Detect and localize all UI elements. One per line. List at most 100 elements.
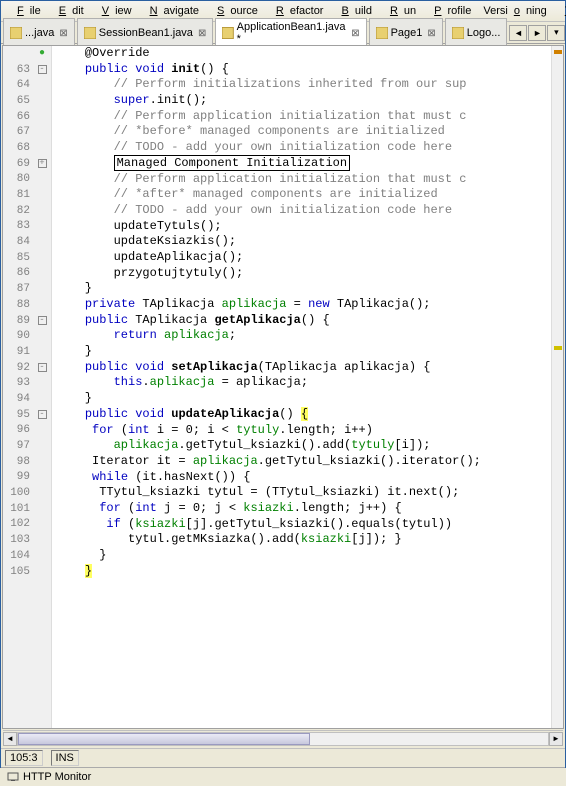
line-number: 82 (3, 205, 33, 217)
code-editor[interactable]: ●63-646566676869+80818283848586878889-90… (2, 45, 564, 729)
code-line[interactable]: private TAplikacja aplikacja = new TApli… (56, 297, 551, 313)
code-line[interactable]: updateTytuls(); (56, 219, 551, 235)
code-line[interactable]: this.aplikacja = aplikacja; (56, 375, 551, 391)
warn-mark[interactable] (554, 346, 562, 350)
code-line[interactable]: } (56, 391, 551, 407)
code-line[interactable]: @Override (56, 46, 551, 62)
line-number: 87 (3, 283, 33, 295)
code-line[interactable]: for (int i = 0; i < tytuly.length; i++) (56, 423, 551, 439)
close-icon[interactable]: ⊠ (198, 28, 206, 39)
insert-mode: INS (51, 750, 79, 766)
code-line[interactable]: updateAplikacja(); (56, 250, 551, 266)
warn-mark[interactable] (554, 50, 562, 54)
code-line[interactable]: while (it.hasNext()) { (56, 470, 551, 486)
menu-run[interactable]: Run (378, 3, 422, 19)
line-number: 65 (3, 95, 33, 107)
line-number: 100 (3, 487, 33, 499)
menu-view[interactable]: View (90, 3, 138, 19)
line-number: 94 (3, 393, 33, 405)
tab-label: ApplicationBean1.java * (237, 21, 347, 45)
editor-tab[interactable]: SessionBean1.java ⊠ (77, 18, 214, 47)
editor-tab[interactable]: ...java⊠ (3, 18, 75, 47)
code-line[interactable]: return aplikacja; (56, 328, 551, 344)
tab-label: Page1 (391, 27, 423, 39)
java-file-icon (222, 27, 233, 39)
code-line[interactable]: // Perform application initialization th… (56, 172, 551, 188)
code-line[interactable]: updateKsiazkis(); (56, 234, 551, 250)
java-file-icon (452, 27, 464, 39)
line-number: 103 (3, 534, 33, 546)
menu-file[interactable]: File (5, 3, 47, 19)
line-number: 64 (3, 79, 33, 91)
scroll-track[interactable] (17, 732, 549, 746)
scroll-left-button[interactable]: ◄ (3, 732, 17, 746)
tab-label: SessionBean1.java (99, 27, 193, 39)
code-line[interactable]: if (ksiazki[j].getTytul_ksiazki().equals… (56, 517, 551, 533)
scroll-right-button[interactable]: ► (549, 732, 563, 746)
code-line[interactable]: // TODO - add your own initialization co… (56, 203, 551, 219)
line-number: 85 (3, 252, 33, 264)
menu-refactor[interactable]: Refactor (264, 3, 330, 19)
fold-collapse-icon[interactable]: - (38, 65, 47, 74)
line-number: 83 (3, 220, 33, 232)
scroll-thumb[interactable] (18, 733, 310, 745)
code-line[interactable]: } (56, 564, 551, 580)
menu-tools[interactable]: Tools (553, 3, 566, 19)
code-line[interactable]: Managed Component Initialization (56, 156, 551, 172)
http-monitor-panel[interactable]: HTTP Monitor (1, 767, 565, 786)
code-line[interactable]: TTytul_ksiazki tytul = (TTytul_ksiazki) … (56, 485, 551, 501)
tab-scroll-right[interactable]: ► (528, 25, 546, 41)
code-line[interactable]: } (56, 281, 551, 297)
code-line[interactable]: for (int j = 0; j < ksiazki.length; j++)… (56, 501, 551, 517)
close-icon[interactable]: ⊠ (427, 28, 435, 39)
java-file-icon (84, 27, 96, 39)
status-bar: 105:3 INS (1, 748, 565, 767)
code-line[interactable]: Iterator it = aplikacja.getTytul_ksiazki… (56, 454, 551, 470)
code-line[interactable]: // *after* managed components are initia… (56, 187, 551, 203)
fold-collapse-icon[interactable]: - (38, 316, 47, 325)
editor-tab[interactable]: ApplicationBean1.java * ⊠ (215, 18, 366, 47)
menu-profile[interactable]: Profile (422, 3, 477, 19)
line-number: 96 (3, 424, 33, 436)
horizontal-scrollbar[interactable]: ◄ ► (3, 730, 563, 746)
fold-collapse-icon[interactable]: - (38, 363, 47, 372)
code-line[interactable]: // TODO - add your own initialization co… (56, 140, 551, 156)
code-line[interactable]: // *before* managed components are initi… (56, 124, 551, 140)
line-number: 69 (3, 158, 33, 170)
editor-tab[interactable]: Page1 ⊠ (369, 18, 443, 47)
line-number: 81 (3, 189, 33, 201)
code-line[interactable]: public void init() { (56, 62, 551, 78)
code-line[interactable]: // Perform initializations inherited fro… (56, 77, 551, 93)
line-number: 67 (3, 126, 33, 138)
code-line[interactable]: aplikacja.getTytul_ksiazki().add(tytuly[… (56, 438, 551, 454)
fold-collapse-icon[interactable]: - (38, 410, 47, 419)
menu-edit[interactable]: Edit (47, 3, 90, 19)
code-line[interactable]: public TAplikacja getAplikacja() { (56, 313, 551, 329)
line-number: 93 (3, 377, 33, 389)
line-number: 91 (3, 346, 33, 358)
code-line[interactable]: // Perform application initialization th… (56, 109, 551, 125)
close-icon[interactable]: ⊠ (351, 28, 359, 39)
menu-navigate[interactable]: Navigate (138, 3, 205, 19)
code-line[interactable]: } (56, 548, 551, 564)
tab-dropdown[interactable]: ▾ (547, 25, 565, 41)
code-line[interactable]: public void updateAplikacja() { (56, 407, 551, 423)
menu-versioning[interactable]: Versioning (477, 3, 552, 19)
line-number: 80 (3, 173, 33, 185)
code-line[interactable]: tytul.getMKsiazka().add(ksiazki[j]); } (56, 532, 551, 548)
close-icon[interactable]: ⊠ (59, 28, 67, 39)
line-number: 98 (3, 456, 33, 468)
tab-scroll-left[interactable]: ◄ (509, 25, 527, 41)
line-number: 97 (3, 440, 33, 452)
menu-source[interactable]: Source (205, 3, 264, 19)
code-area[interactable]: @Override public void init() { // Perfor… (52, 46, 551, 728)
code-line[interactable]: super.init(); (56, 93, 551, 109)
editor-tabbar: ...java⊠SessionBean1.java⊠ApplicationBea… (1, 22, 565, 44)
editor-tab[interactable]: Logo... (445, 18, 508, 47)
code-line[interactable]: przygotujtytuly(); (56, 266, 551, 282)
code-line[interactable]: public void setAplikacja(TAplikacja apli… (56, 360, 551, 376)
fold-expand-icon[interactable]: + (38, 159, 47, 168)
code-line[interactable]: } (56, 344, 551, 360)
menu-build[interactable]: Build (329, 3, 377, 19)
error-stripe[interactable] (551, 46, 563, 728)
